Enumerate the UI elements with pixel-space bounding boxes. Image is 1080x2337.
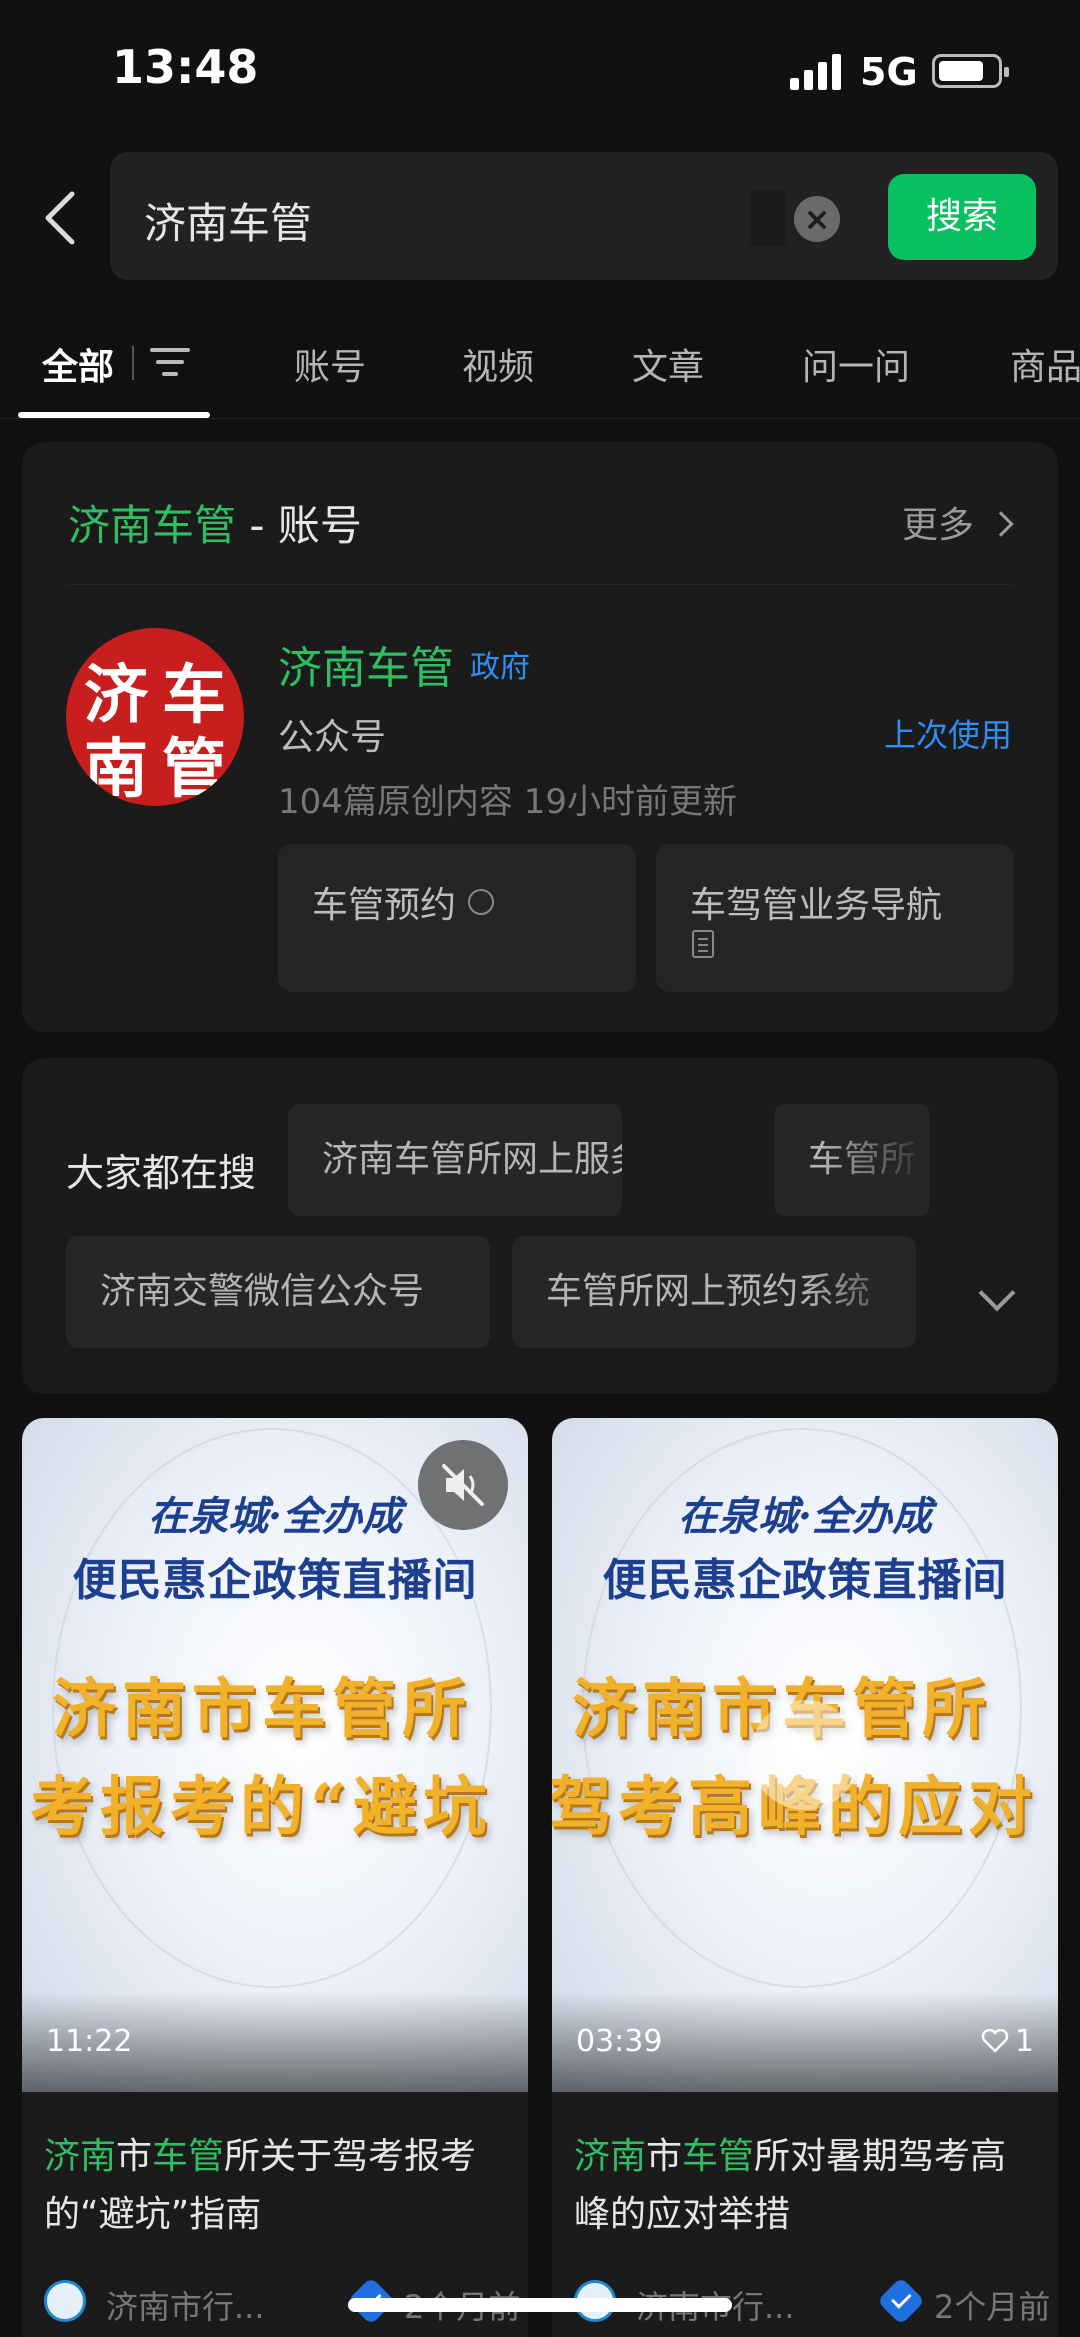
trending-label: 大家都在搜 — [66, 1151, 257, 1195]
account-stats: 104篇原创内容 19小时前更新 — [278, 782, 737, 822]
trending-chip[interactable]: 济南交警微信公众号 — [66, 1236, 490, 1348]
video-thumbnail[interactable]: 在泉城·全办成 便民惠企政策直播间 济南市车管所 考报考的“避坑 11:22 — [22, 1418, 528, 2092]
video-duration: 11:22 — [46, 2024, 133, 2059]
verified-icon — [876, 2276, 926, 2326]
more-label: 更多 — [901, 505, 974, 546]
more-link[interactable]: 更多 — [901, 496, 1014, 548]
filter-tabs: 全部 账号 视频 文章 问一问 商品 — [0, 320, 1080, 420]
thumbnail-slogan: 在泉城·全办成 — [678, 1493, 932, 1540]
service-label: 车管预约 — [312, 885, 457, 926]
trending-chip[interactable]: 车管所网上预约系统 — [512, 1236, 916, 1348]
post-age: 2个月前 — [934, 2288, 1051, 2326]
network-label: 5G — [860, 50, 918, 94]
clear-icon[interactable]: × — [794, 196, 840, 242]
source-avatar-icon — [44, 2280, 86, 2322]
status-bar: 13:48 5G — [0, 0, 1080, 140]
home-indicator[interactable] — [348, 2298, 732, 2312]
text-cursor — [750, 190, 786, 246]
video-title[interactable]: 济南市车管所关于驾考报考的“避坑”指南 — [44, 2128, 510, 2244]
government-badge: 政府 — [470, 650, 530, 685]
title-text: 市 — [646, 2136, 683, 2177]
service-navigation-button[interactable]: 车驾管业务导航 — [656, 844, 1014, 992]
section-title-suffix: - 账号 — [236, 501, 362, 550]
mute-icon[interactable] — [418, 1440, 508, 1530]
title-highlight: 济南 — [574, 2136, 647, 2177]
heart-icon — [981, 2028, 1009, 2053]
thumbnail-heading: 便民惠企政策直播间 — [602, 1555, 1008, 1606]
filter-divider — [132, 346, 134, 380]
search-button[interactable]: 搜索 — [888, 174, 1036, 260]
trending-chip[interactable]: 济南车管所网上服务厅 — [288, 1104, 622, 1216]
service-appointment-button[interactable]: 车管预约 — [278, 844, 636, 992]
video-card[interactable]: 在泉城·全办成 便民惠企政策直播间 济南市车管所 驾考高峰的应对 03:39 1… — [552, 1418, 1058, 2337]
section-title: 济南车管 - 账号 — [68, 492, 362, 553]
search-query[interactable]: 济南车管 — [144, 190, 312, 251]
tab-ask[interactable]: 问一问 — [802, 338, 910, 390]
tab-products[interactable]: 商品 — [1010, 338, 1080, 390]
battery-icon — [932, 54, 1009, 88]
video-title[interactable]: 济南市车管所对暑期驾考高峰的应对举措 — [574, 2128, 1040, 2244]
divider — [68, 584, 1012, 585]
thumbnail-heading: 便民惠企政策直播间 — [72, 1555, 478, 1606]
tab-accounts[interactable]: 账号 — [294, 338, 366, 390]
back-icon[interactable] — [40, 188, 80, 248]
chevron-right-icon — [988, 511, 1014, 537]
account-name[interactable]: 济南车管 — [278, 632, 454, 696]
filter-icon[interactable] — [146, 342, 200, 382]
avatar[interactable]: 济 车 南 管 — [66, 628, 244, 806]
title-highlight: 车管 — [682, 2136, 755, 2177]
video-card[interactable]: 在泉城·全办成 便民惠企政策直播间 济南市车管所 考报考的“避坑 11:22 济… — [22, 1418, 528, 2337]
like-value: 1 — [1014, 2024, 1034, 2059]
tabs-divider — [0, 418, 1080, 419]
source-name[interactable]: 济南市行... — [106, 2282, 265, 2328]
section-title-highlight: 济南车管 — [68, 501, 237, 550]
document-icon — [692, 930, 714, 958]
like-count[interactable]: 1 — [981, 2024, 1034, 2059]
play-icon[interactable] — [750, 1700, 860, 1810]
thumbnail-big-text: 考报考的“避坑 — [30, 1770, 493, 1845]
chevron-down-icon[interactable] — [978, 1274, 1016, 1312]
tab-videos[interactable]: 视频 — [462, 338, 534, 390]
thumbnail-big-text: 济南市车管所 — [52, 1672, 472, 1747]
video-duration: 03:39 — [576, 2024, 663, 2059]
status-time: 13:48 — [112, 40, 259, 94]
mini-program-icon — [468, 889, 495, 915]
last-used-label: 上次使用 — [883, 716, 1012, 754]
avatar-char: 管 — [162, 732, 226, 806]
trending-chip[interactable]: 车管所 — [774, 1104, 930, 1216]
signal-icon — [790, 54, 846, 90]
video-thumbnail[interactable]: 在泉城·全办成 便民惠企政策直播间 济南市车管所 驾考高峰的应对 03:39 1 — [552, 1418, 1058, 2092]
title-highlight: 济南 — [44, 2136, 117, 2177]
account-type: 公众号 — [278, 717, 387, 758]
title-highlight: 车管 — [152, 2136, 225, 2177]
service-label: 车驾管业务导航 — [690, 885, 943, 926]
tab-articles[interactable]: 文章 — [632, 338, 704, 390]
title-text: 市 — [116, 2136, 153, 2177]
tab-all[interactable]: 全部 — [42, 338, 114, 390]
account-section: 济南车管 - 账号 更多 济 车 南 管 济南车管 政府 公众号 上次使用 10… — [22, 442, 1058, 1032]
trending-searches: 大家都在搜 济南车管所网上服务厅 车管所 济南交警微信公众号 车管所网上预约系统 — [22, 1058, 1058, 1394]
avatar-char: 南 — [84, 732, 148, 806]
